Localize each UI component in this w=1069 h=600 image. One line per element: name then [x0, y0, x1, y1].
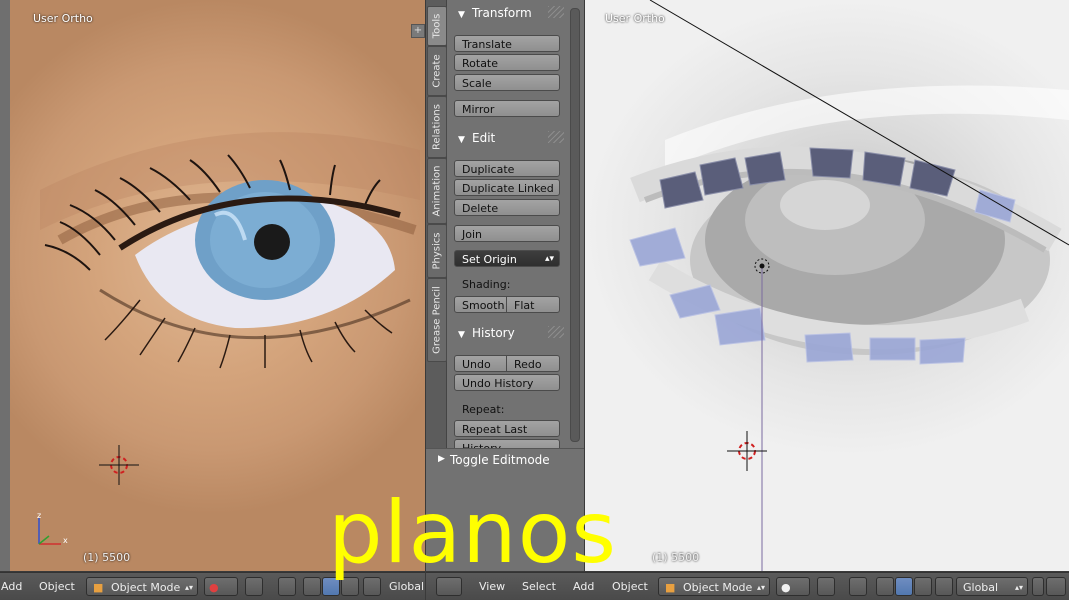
tab-physics[interactable]: Physics: [427, 224, 447, 278]
eye-solid-mesh: [629, 0, 1069, 571]
scale-button[interactable]: Scale: [454, 74, 560, 91]
left-view-label: User Ortho: [33, 12, 93, 25]
collapse-triangle-icon: ▼: [458, 135, 465, 145]
object-mode-dropdown[interactable]: ■ Object Mode ▴▾: [658, 577, 770, 596]
translate-button[interactable]: Translate: [454, 35, 560, 52]
svg-text:x: x: [63, 536, 68, 545]
right-view-label: User Ortho: [605, 12, 665, 25]
delete-button[interactable]: Delete: [454, 199, 560, 216]
dropdown-arrows-icon: ▴▾: [1014, 583, 1023, 592]
add-region-icon[interactable]: +: [411, 24, 425, 38]
viewport-shading-dropdown[interactable]: ●: [204, 577, 238, 596]
transform-orientation-icon[interactable]: [935, 577, 953, 596]
redo-button[interactable]: Redo: [506, 355, 560, 372]
object-menu[interactable]: Object: [39, 580, 75, 593]
smooth-button[interactable]: Smooth: [454, 296, 507, 313]
dropdown-arrows-icon: ▴▾: [544, 254, 554, 264]
shading-texture-icon: ●: [209, 581, 219, 594]
cube-icon: ■: [93, 581, 104, 594]
manipulator-toggle-icon[interactable]: [849, 577, 867, 596]
toggle-editmode-label: Toggle Editmode: [450, 453, 550, 467]
duplicate-linked-button[interactable]: Duplicate Linked: [454, 179, 560, 196]
layers-icon[interactable]: [1032, 577, 1044, 596]
add-menu[interactable]: Add: [1, 580, 22, 593]
expand-triangle-icon: ▶: [438, 454, 445, 464]
pivot-point-icon[interactable]: [817, 577, 835, 596]
svg-text:z: z: [37, 511, 41, 520]
history-button[interactable]: History...: [454, 439, 560, 448]
axis-gizmo-icon: z x: [37, 511, 68, 545]
history-button-clipped[interactable]: History...: [454, 439, 560, 448]
right-3d-viewport[interactable]: User Ortho (1) 5500: [585, 0, 1069, 571]
translate-manipulator-icon[interactable]: [876, 577, 894, 596]
panel-grip-icon[interactable]: [548, 326, 564, 338]
tab-relations[interactable]: Relations: [427, 96, 447, 158]
undo-history-button[interactable]: Undo History: [454, 374, 560, 391]
cube-icon: ■: [665, 581, 676, 594]
rotate-manipulator-icon[interactable]: [895, 577, 913, 596]
shading-solid-icon: ●: [781, 581, 791, 594]
object-mode-dropdown[interactable]: ■ Object Mode ▴▾: [86, 577, 198, 596]
rotate-button[interactable]: Rotate: [454, 54, 560, 71]
mirror-button[interactable]: Mirror: [454, 100, 560, 117]
toggle-editmode-panel[interactable]: ▶ Toggle Editmode: [426, 448, 584, 472]
object-menu[interactable]: Object: [612, 580, 648, 593]
repeat-label: Repeat:: [462, 403, 505, 416]
join-button[interactable]: Join: [454, 225, 560, 242]
undo-button[interactable]: Undo: [454, 355, 507, 372]
duplicate-button[interactable]: Duplicate: [454, 160, 560, 177]
left-frame-label: (1) 5500: [83, 551, 131, 564]
tab-grease-pencil[interactable]: Grease Pencil: [427, 278, 447, 362]
set-origin-dropdown[interactable]: Set Origin ▴▾: [454, 250, 560, 267]
repeat-last-button[interactable]: Repeat Last: [454, 420, 560, 437]
flat-button[interactable]: Flat: [506, 296, 560, 313]
tab-tools[interactable]: Tools: [427, 6, 447, 46]
toolshelf-tabs: Tools Create Relations Animation Physics…: [426, 0, 447, 448]
pivot-point-icon[interactable]: [245, 577, 263, 596]
collapse-triangle-icon: ▼: [458, 10, 465, 20]
set-origin-label: Set Origin: [462, 253, 517, 266]
translate-manipulator-icon[interactable]: [303, 577, 321, 596]
shading-label: Shading:: [462, 278, 511, 291]
panel-grip-icon[interactable]: [548, 131, 564, 143]
layer-grid-icon[interactable]: [1046, 577, 1066, 596]
dropdown-arrows-icon: ▴▾: [184, 583, 193, 592]
collapse-triangle-icon: ▼: [458, 330, 465, 340]
orientation-dropdown[interactable]: Global ▴▾: [956, 577, 1028, 596]
tab-animation[interactable]: Animation: [427, 158, 447, 224]
toolshelf-scrollbar[interactable]: [570, 8, 580, 442]
mode-label: Object Mode: [683, 581, 753, 594]
scale-manipulator-icon[interactable]: [914, 577, 932, 596]
tab-create[interactable]: Create: [427, 46, 447, 96]
right-frame-label: (1) 5500: [652, 551, 700, 564]
3d-cursor-icon[interactable]: [99, 445, 139, 485]
mode-label: Object Mode: [111, 581, 181, 594]
orientation-label: Global: [963, 581, 999, 594]
overlay-caption: planos: [328, 483, 618, 583]
dropdown-arrows-icon: ▴▾: [756, 583, 765, 592]
panel-grip-icon[interactable]: [548, 6, 564, 18]
manipulator-toggle-icon[interactable]: [278, 577, 296, 596]
viewport-shading-dropdown[interactable]: ●: [776, 577, 810, 596]
